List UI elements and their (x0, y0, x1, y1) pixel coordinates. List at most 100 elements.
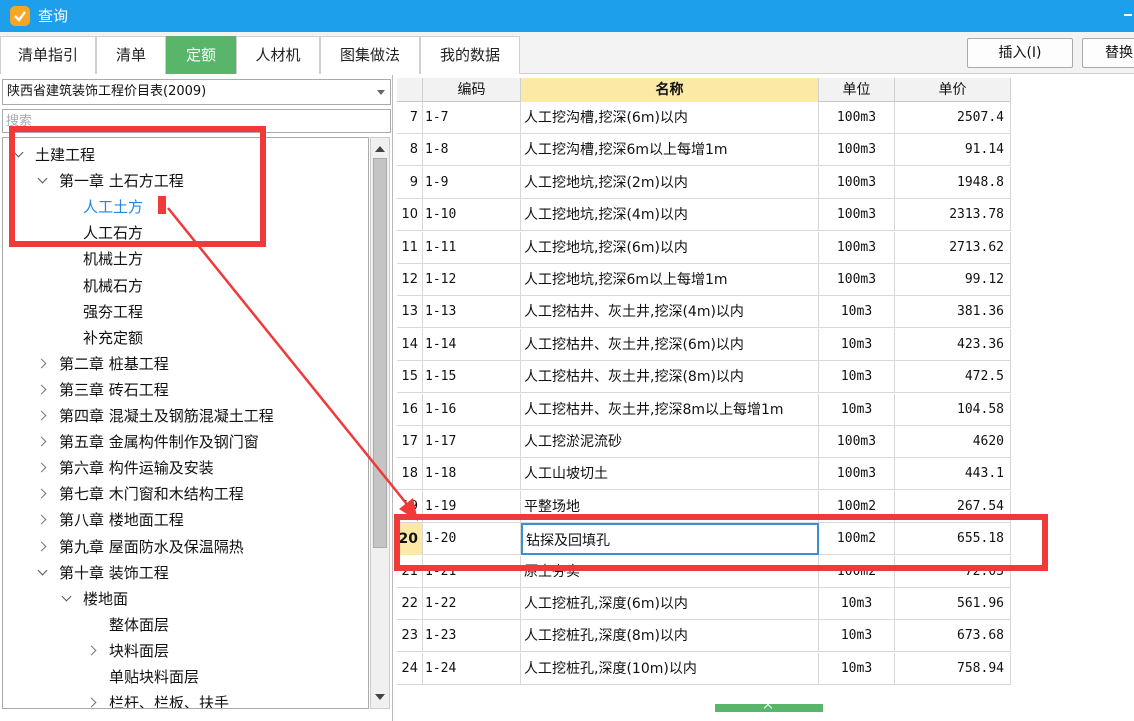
cell-unit[interactable]: 10m3 (819, 296, 895, 329)
tree-item[interactable]: 第四章 混凝土及钢筋混凝土工程 (37, 403, 274, 429)
cell-unit[interactable]: 100m3 (819, 199, 895, 232)
minimize-icon[interactable] (1122, 6, 1132, 24)
table-row[interactable]: 12 1-12 人工挖地坑,挖深6m以上每增1m 100m3 99.12 (397, 264, 1011, 296)
collapse-handle[interactable] (715, 704, 823, 712)
cell-code[interactable]: 1-14 (423, 328, 521, 361)
cell-unit[interactable]: 10m3 (819, 588, 895, 620)
table-row[interactable]: 14 1-14 人工挖枯井、灰土井,挖深(6m)以内 10m3 423.36 (397, 328, 1011, 361)
cell-name[interactable]: 人工挖枯井、灰土井,挖深(4m)以内 (521, 296, 819, 329)
cell-idx[interactable]: 16 (397, 393, 423, 426)
tree-item[interactable]: 第九章 屋面防水及保温隔热 (37, 534, 244, 560)
tab-bill-guide[interactable]: 清单指引 (0, 36, 96, 74)
cell-price[interactable]: 4620 (895, 426, 1011, 458)
header-code[interactable]: 编码 (423, 78, 521, 102)
chevron-right-icon[interactable] (37, 507, 51, 533)
table-row[interactable]: 17 1-17 人工挖淤泥流砂 100m3 4620 (397, 426, 1011, 458)
replace-button[interactable]: 替换 (1082, 38, 1134, 68)
tree-item[interactable]: 楼地面 (61, 586, 128, 612)
cell-code[interactable]: 1-15 (423, 361, 521, 394)
table-row[interactable]: 9 1-9 人工挖地坑,挖深(2m)以内 100m3 1948.8 (397, 166, 1011, 199)
cell-name[interactable]: 人工挖地坑,挖深6m以上每增1m (521, 264, 819, 296)
cell-unit[interactable]: 10m3 (819, 328, 895, 361)
cell-name[interactable]: 人工挖桩孔,深度(6m)以内 (521, 588, 819, 620)
cell-idx[interactable]: 11 (397, 231, 423, 264)
cell-code[interactable]: 1-8 (423, 134, 521, 167)
cell-code[interactable]: 1-11 (423, 231, 521, 264)
cell-idx[interactable]: 7 (397, 102, 423, 134)
cell-idx[interactable]: 23 (397, 620, 423, 653)
cell-code[interactable]: 1-16 (423, 393, 521, 426)
cell-code[interactable]: 1-23 (423, 620, 521, 653)
cell-idx[interactable]: 24 (397, 652, 423, 685)
tree-item[interactable]: 栏杆、栏板、扶手 (87, 690, 229, 708)
cell-price[interactable]: 2713.62 (895, 231, 1011, 264)
cell-unit[interactable]: 100m3 (819, 134, 895, 167)
table-row[interactable]: 20 1-20 钻探及回填孔 100m2 655.18 (397, 523, 1011, 556)
insert-button[interactable]: 插入(I) (967, 38, 1073, 68)
cell-idx[interactable]: 10 (397, 199, 423, 232)
header-name[interactable]: 名称 (521, 78, 819, 102)
cell-price[interactable]: 72.03 (895, 555, 1011, 588)
cell-code[interactable]: 1-19 (423, 490, 521, 523)
cell-price[interactable]: 443.1 (895, 458, 1011, 491)
tree-item[interactable]: 第一章 土石方工程 (37, 168, 184, 194)
cell-code[interactable]: 1-20 (423, 523, 521, 556)
tree-item[interactable]: 机械土方 (61, 246, 143, 272)
cell-code[interactable]: 1-7 (423, 102, 521, 134)
cell-code[interactable]: 1-10 (423, 199, 521, 232)
cell-idx[interactable]: 13 (397, 296, 423, 329)
table-row[interactable]: 23 1-23 人工挖桩孔,深度(8m)以内 10m3 673.68 (397, 620, 1011, 653)
cell-name[interactable]: 人工挖地坑,挖深(6m)以内 (521, 231, 819, 264)
cell-price[interactable]: 472.5 (895, 361, 1011, 394)
cell-idx[interactable]: 20 (397, 523, 423, 556)
cell-unit[interactable]: 100m2 (819, 523, 895, 556)
cell-name[interactable]: 人工挖枯井、灰土井,挖深(6m)以内 (521, 328, 819, 361)
table-row[interactable]: 7 1-7 人工挖沟槽,挖深(6m)以内 100m3 2507.4 (397, 102, 1011, 134)
cell-code[interactable]: 1-13 (423, 296, 521, 329)
cell-name[interactable]: 人工挖枯井、灰土井,挖深(8m)以内 (521, 361, 819, 394)
tree-item[interactable]: 机械石方 (61, 273, 143, 299)
table-row[interactable]: 10 1-10 人工挖地坑,挖深(4m)以内 100m3 2313.78 (397, 199, 1011, 232)
table-row[interactable]: 16 1-16 人工挖枯井、灰土井,挖深8m以上每增1m 10m3 104.58 (397, 393, 1011, 426)
cell-unit[interactable]: 100m2 (819, 490, 895, 523)
table-row[interactable]: 24 1-24 人工挖桩孔,深度(10m)以内 10m3 758.94 (397, 652, 1011, 685)
cell-name[interactable]: 人工山坡切土 (521, 458, 819, 491)
cell-price[interactable]: 104.58 (895, 393, 1011, 426)
tree-item[interactable]: 整体面层 (87, 612, 169, 638)
cell-price[interactable]: 1948.8 (895, 166, 1011, 199)
cell-price[interactable]: 2313.78 (895, 199, 1011, 232)
table-row[interactable]: 18 1-18 人工山坡切土 100m3 443.1 (397, 458, 1011, 491)
chevron-right-icon[interactable] (37, 534, 51, 560)
tree-item[interactable]: 第三章 砖石工程 (37, 377, 169, 403)
cell-idx[interactable]: 18 (397, 458, 423, 491)
cell-unit[interactable]: 100m3 (819, 264, 895, 296)
cell-price[interactable]: 2507.4 (895, 102, 1011, 134)
tab-atlas-method[interactable]: 图集做法 (320, 36, 420, 74)
tree-item[interactable]: 块料面层 (87, 638, 169, 664)
cell-unit[interactable]: 10m3 (819, 620, 895, 653)
table-row[interactable]: 15 1-15 人工挖枯井、灰土井,挖深(8m)以内 10m3 472.5 (397, 361, 1011, 394)
cell-price[interactable]: 673.68 (895, 620, 1011, 653)
chevron-right-icon[interactable] (37, 455, 51, 481)
cell-name[interactable]: 人工挖沟槽,挖深(6m)以内 (521, 102, 819, 134)
header-price[interactable]: 单价 (895, 78, 1011, 102)
tree-item[interactable]: 单贴块料面层 (87, 664, 199, 690)
cell-unit[interactable]: 10m3 (819, 652, 895, 685)
cell-name[interactable]: 钻探及回填孔 (521, 523, 819, 556)
cell-code[interactable]: 1-24 (423, 652, 521, 685)
chevron-right-icon[interactable] (87, 690, 101, 708)
table-row[interactable]: 13 1-13 人工挖枯井、灰土井,挖深(4m)以内 10m3 381.36 (397, 296, 1011, 329)
cell-name[interactable]: 人工挖地坑,挖深(4m)以内 (521, 199, 819, 232)
tree-item[interactable]: 第八章 楼地面工程 (37, 507, 184, 533)
cell-name[interactable]: 人工挖沟槽,挖深6m以上每增1m (521, 134, 819, 167)
tree-scrollbar[interactable] (370, 137, 390, 709)
chevron-down-icon[interactable] (37, 560, 51, 586)
tree-item[interactable]: 补充定额 (61, 325, 143, 351)
tab-quota[interactable]: 定额 (166, 36, 236, 74)
cell-price[interactable]: 99.12 (895, 264, 1011, 296)
chevron-right-icon[interactable] (37, 403, 51, 429)
cell-name[interactable]: 人工挖桩孔,深度(10m)以内 (521, 652, 819, 685)
tab-bill[interactable]: 清单 (96, 36, 166, 74)
cell-idx[interactable]: 12 (397, 264, 423, 296)
chevron-down-icon[interactable] (13, 142, 27, 168)
